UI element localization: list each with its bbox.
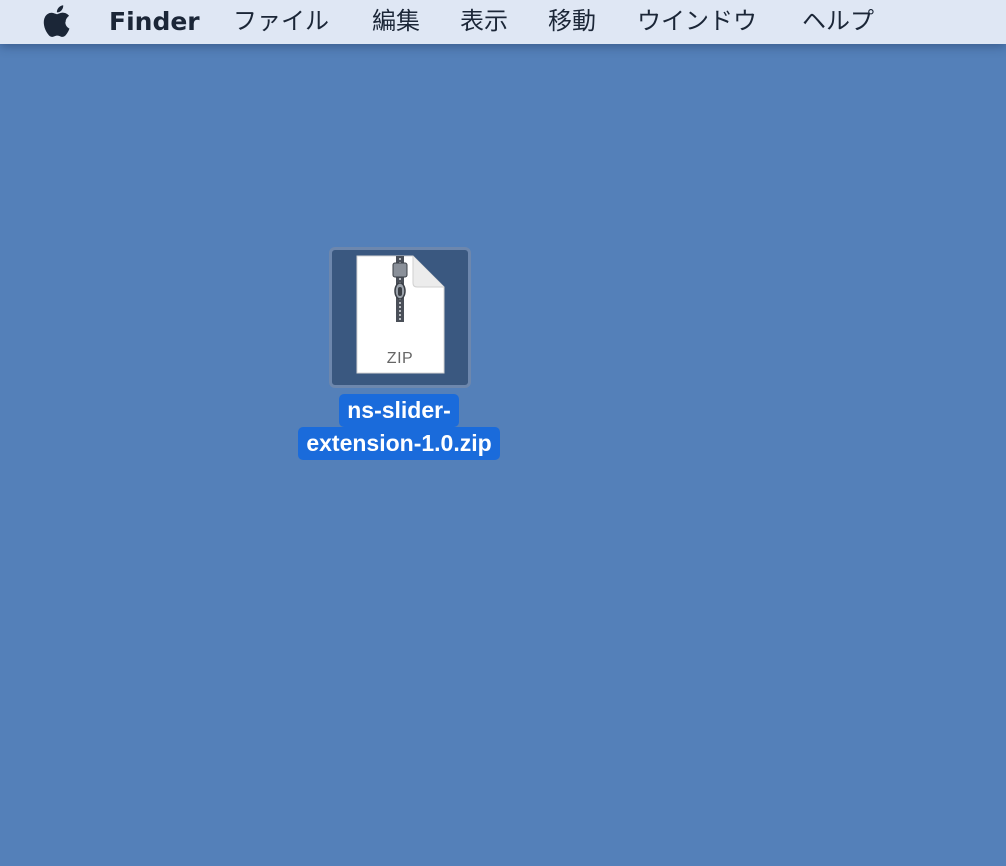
apple-icon[interactable] bbox=[41, 5, 71, 37]
file-type-label: ZIP bbox=[386, 350, 414, 367]
menu-file[interactable]: ファイル bbox=[233, 0, 329, 44]
file-name-line-1: ns-slider- bbox=[339, 394, 459, 427]
file-name-line-2: extension-1.0.zip bbox=[298, 427, 500, 460]
menu-edit[interactable]: 編集 bbox=[372, 0, 420, 44]
file-name-label[interactable]: ns-slider- extension-1.0.zip bbox=[288, 394, 510, 460]
menu-view[interactable]: 表示 bbox=[460, 0, 508, 44]
menu-window[interactable]: ウインドウ bbox=[637, 0, 757, 44]
menu-app-finder[interactable]: Finder bbox=[109, 0, 200, 44]
menu-go[interactable]: 移動 bbox=[548, 0, 596, 44]
menu-bar: Finder ファイル 編集 表示 移動 ウインドウ ヘルプ bbox=[0, 0, 1006, 44]
menu-help[interactable]: ヘルプ bbox=[802, 0, 874, 44]
